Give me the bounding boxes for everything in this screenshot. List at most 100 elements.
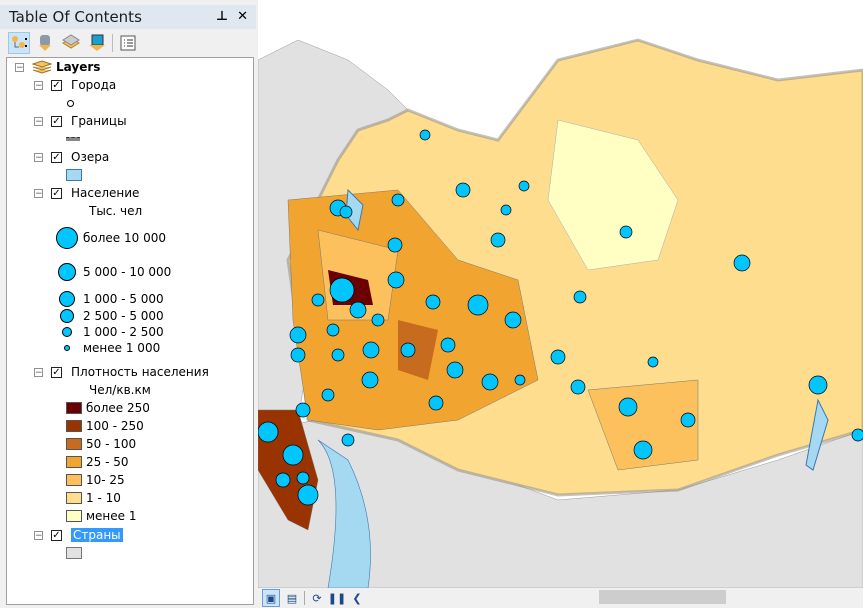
layer-label: Города	[71, 78, 117, 92]
legend-item: 1 000 - 2 500	[55, 325, 164, 339]
options-icon[interactable]	[117, 32, 139, 54]
population-circle	[550, 349, 566, 365]
list-by-visibility-icon[interactable]	[60, 32, 82, 54]
chevron-left-icon[interactable]: ❮	[349, 590, 365, 606]
pause-icon[interactable]: ❚❚	[328, 590, 346, 606]
collapse-icon[interactable]: −	[34, 530, 43, 540]
legend-label: 1 000 - 2 500	[83, 325, 164, 339]
data-view-icon[interactable]: ▣	[262, 589, 280, 607]
legend-item: 2 500 - 5 000	[55, 308, 164, 324]
layer-label: Страны	[71, 528, 123, 542]
layer-label: Плотность населения	[71, 365, 209, 379]
density-swatch	[66, 420, 82, 432]
boundary-line-symbol	[66, 137, 80, 141]
population-circle	[290, 347, 306, 363]
density-swatch	[66, 474, 82, 486]
toc-title-bar: Table Of Contents ⊥ ✕	[0, 5, 256, 29]
population-circle	[428, 395, 444, 411]
toc-title: Table Of Contents	[9, 8, 142, 26]
map-view[interactable]	[258, 0, 863, 588]
population-circle	[618, 397, 638, 417]
population-circle	[419, 129, 431, 141]
population-circle	[851, 428, 863, 442]
layout-view-icon[interactable]: ▤	[284, 590, 300, 606]
collapse-icon[interactable]: −	[34, 152, 43, 162]
legend-item: 10- 25	[66, 471, 125, 489]
layer-checkbox[interactable]: ✓	[51, 529, 62, 541]
legend-heading: Тыс. чел	[89, 204, 143, 218]
legend-label: менее 1	[86, 509, 137, 523]
legend-item: 1 000 - 5 000	[55, 290, 164, 308]
population-circle	[321, 388, 335, 402]
layer-checkbox[interactable]: ✓	[51, 115, 62, 127]
collapse-icon[interactable]: −	[34, 367, 43, 377]
legend-item: более 10 000	[55, 226, 166, 250]
population-circle	[446, 361, 464, 379]
population-circle	[275, 472, 291, 488]
layer-checkbox[interactable]: ✓	[51, 151, 62, 163]
legend-label: 10- 25	[86, 473, 125, 487]
population-circle	[518, 180, 530, 192]
list-by-drawing-order-icon[interactable]	[8, 32, 30, 54]
population-circle	[282, 444, 304, 466]
population-circle	[297, 484, 319, 506]
list-by-selection-icon[interactable]	[86, 32, 108, 54]
layer-goroda[interactable]: − ✓ Города	[34, 76, 116, 94]
collapse-icon[interactable]: −	[34, 80, 43, 90]
population-circle	[490, 232, 506, 248]
density-swatch	[66, 492, 82, 504]
legend-heading: Чел/кв.км	[89, 383, 151, 397]
legend-label: 25 - 50	[86, 455, 129, 469]
population-circle	[371, 313, 385, 327]
layers-root-label: Layers	[56, 60, 101, 74]
population-circle	[289, 326, 307, 344]
refresh-icon[interactable]: ⟳	[309, 590, 325, 606]
layer-checkbox[interactable]: ✓	[51, 366, 62, 378]
legend-label: 50 - 100	[86, 437, 137, 451]
population-circle	[619, 225, 633, 239]
close-icon[interactable]: ✕	[237, 9, 248, 24]
population-circle	[400, 342, 416, 358]
collapse-icon[interactable]: −	[34, 116, 43, 126]
population-circle	[391, 193, 405, 207]
layer-naselenie[interactable]: − ✓ Население	[34, 184, 139, 202]
legend-label: 100 - 250	[86, 419, 144, 433]
density-swatch	[66, 402, 82, 414]
population-circle	[504, 311, 522, 329]
map-canvas[interactable]	[258, 0, 863, 588]
layer-tree: − Layers − ✓ Города − ✓ Границы − ✓ Озера − ✓ Нас…	[6, 57, 254, 605]
list-by-source-icon[interactable]	[34, 32, 56, 54]
population-circle	[647, 356, 659, 368]
population-circle-symbol	[60, 309, 74, 323]
population-circle	[425, 294, 441, 310]
population-circle	[500, 204, 512, 216]
lake-symbol	[66, 169, 82, 181]
layer-ozera[interactable]: − ✓ Озера	[34, 148, 109, 166]
collapse-icon[interactable]: −	[34, 188, 43, 198]
layer-strany[interactable]: − ✓ Страны	[34, 526, 123, 544]
density-swatch	[66, 510, 82, 522]
population-circle-symbol	[58, 263, 76, 281]
population-circle	[387, 271, 405, 289]
layer-checkbox[interactable]: ✓	[51, 187, 62, 199]
layers-icon	[32, 60, 52, 74]
city-point-symbol	[67, 99, 74, 107]
population-circle	[440, 337, 456, 353]
pin-icon[interactable]: ⊥	[216, 9, 228, 24]
layer-granitsy[interactable]: − ✓ Границы	[34, 112, 127, 130]
population-circle	[296, 471, 310, 485]
legend-item: менее 1	[66, 507, 137, 525]
collapse-icon[interactable]: −	[15, 62, 24, 72]
layer-label: Озера	[71, 150, 110, 164]
population-circle	[387, 237, 403, 253]
layer-checkbox[interactable]: ✓	[51, 79, 62, 91]
population-circle	[633, 440, 653, 460]
population-circle	[514, 374, 526, 386]
horizontal-scrollbar[interactable]	[599, 590, 726, 604]
population-circle	[455, 182, 471, 198]
legend-label: 2 500 - 5 000	[83, 309, 164, 323]
layer-plotnost[interactable]: − ✓ Плотность населения	[34, 363, 209, 381]
layers-root[interactable]: − Layers	[15, 58, 100, 76]
legend-label: 5 000 - 10 000	[83, 265, 172, 279]
population-circle-symbol	[64, 345, 70, 351]
